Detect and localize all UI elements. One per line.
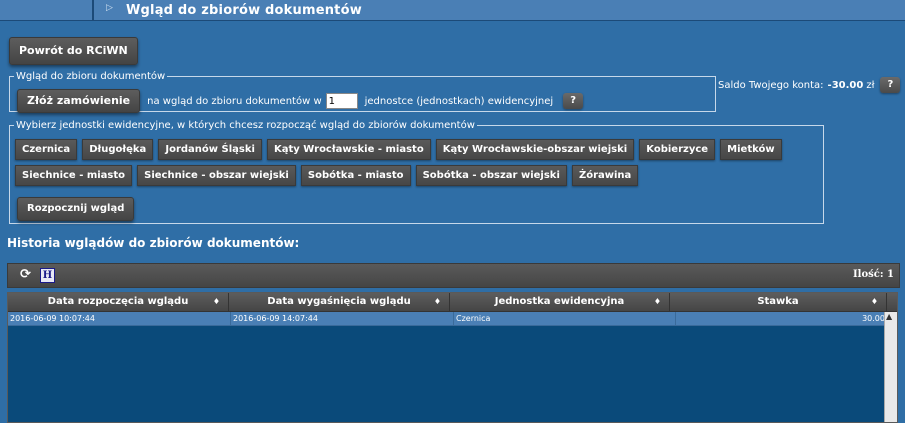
- history-count: Ilość: 1: [853, 269, 894, 280]
- history-table: Data rozpoczęcia wglądu ♦ Data wygaśnięc…: [7, 292, 898, 423]
- balance-amount: -30.00: [827, 79, 864, 91]
- column-header-label: Data rozpoczęcia wglądu: [47, 296, 189, 307]
- page-title: Wgląd do zbiorów dokumentów: [126, 3, 362, 18]
- history-toolbar: ⟳ H Ilość: 1: [7, 263, 900, 288]
- units-fieldset: Wybierz jednostki ewidencyjne, w których…: [9, 120, 824, 224]
- account-balance: Saldo Twojego konta: -30.00 zł ?: [718, 77, 901, 93]
- table-scrollbar[interactable]: ▲: [884, 312, 897, 422]
- units-count-input[interactable]: [325, 93, 358, 109]
- cell-unit: Czernica: [454, 312, 676, 325]
- unit-button-sobotka-obszar-wiejski[interactable]: Sobótka - obszar wiejski: [415, 165, 567, 186]
- unit-button-katy-wroclawskie-miasto[interactable]: Kąty Wrocławskie - miasto: [267, 139, 431, 160]
- order-help-button[interactable]: ?: [563, 93, 584, 109]
- order-fieldset: Wgląd do zbioru dokumentów Złóż zamówien…: [9, 71, 716, 113]
- column-header-end-date[interactable]: Data wygaśnięcia wglądu ♦: [229, 293, 450, 311]
- unit-button-dlugoleka[interactable]: Długołęka: [82, 139, 154, 160]
- unit-button-jordanow-slaski[interactable]: Jordanów Śląski: [158, 139, 262, 160]
- place-order-button[interactable]: Złóż zamówienie: [17, 89, 141, 113]
- sort-icon: ♦: [433, 297, 441, 306]
- unit-button-katy-wroclawskie-obszar-wiejski[interactable]: Kąty Wrocławskie-obszar wiejski: [435, 139, 635, 160]
- column-header-label: Jednostka ewidencyjna: [494, 296, 625, 307]
- table-header: Data rozpoczęcia wglądu ♦ Data wygaśnięc…: [8, 293, 897, 312]
- title-bar-divider: [92, 0, 94, 20]
- balance-currency: zł: [866, 79, 875, 91]
- h-button[interactable]: H: [40, 268, 55, 283]
- scroll-up-icon[interactable]: ▲: [886, 312, 892, 321]
- column-header-start-date[interactable]: Data rozpoczęcia wglądu ♦: [8, 293, 229, 311]
- refresh-icon[interactable]: ⟳: [20, 267, 31, 282]
- order-legend: Wgląd do zbioru dokumentów: [16, 71, 166, 82]
- start-view-button[interactable]: Rozpocznij wgląd: [17, 197, 135, 221]
- unit-button-sobotka-miasto[interactable]: Sobótka - miasto: [300, 165, 411, 186]
- sort-icon: ♦: [653, 297, 661, 306]
- unit-button-mietkow[interactable]: Mietków: [720, 139, 782, 160]
- back-button[interactable]: Powrót do RCiWN: [9, 37, 138, 65]
- units-legend: Wybierz jednostki ewidencyjne, w których…: [16, 120, 475, 131]
- balance-label: Saldo Twojego konta:: [718, 79, 824, 91]
- table-row[interactable]: 2016-06-09 10:07:44 2016-06-09 14:07:44 …: [8, 312, 897, 326]
- unit-button-zorawina[interactable]: Żórawina: [571, 165, 639, 186]
- title-bar: ▷ Wgląd do zbiorów dokumentów: [0, 0, 905, 21]
- unit-button-czernica[interactable]: Czernica: [15, 139, 78, 160]
- cell-rate: 30.00 zł: [676, 312, 897, 325]
- unit-button-siechnice-obszar-wiejski[interactable]: Siechnice - obszar wiejski: [137, 165, 296, 186]
- column-header-label: Stawka: [757, 296, 799, 307]
- cell-start-date: 2016-06-09 10:07:44: [8, 312, 231, 325]
- column-header-label: Data wygaśnięcia wglądu: [267, 296, 411, 307]
- sort-icon: ♦: [870, 297, 878, 306]
- order-text-after: jednostce (jednostkach) ewidencyjnej: [364, 95, 554, 107]
- order-text-before: na wgląd do zbioru dokumentów w: [147, 95, 322, 107]
- unit-button-kobierzyce[interactable]: Kobierzyce: [639, 139, 716, 160]
- sort-icon: ♦: [212, 297, 220, 306]
- expand-triangle-icon[interactable]: ▷: [106, 3, 113, 13]
- units-list: Czernica Długołęka Jordanów Śląski Kąty …: [15, 137, 815, 189]
- cell-end-date: 2016-06-09 14:07:44: [231, 312, 454, 325]
- balance-help-button[interactable]: ?: [880, 77, 901, 93]
- history-title: Historia wglądów do zbiorów dokumentów:: [7, 236, 300, 250]
- unit-button-siechnice-miasto[interactable]: Siechnice - miasto: [15, 165, 133, 186]
- column-header-rate[interactable]: Stawka ♦: [670, 293, 887, 311]
- column-header-unit[interactable]: Jednostka ewidencyjna ♦: [450, 293, 670, 311]
- order-row: Złóż zamówienie na wgląd do zbioru dokum…: [17, 89, 584, 113]
